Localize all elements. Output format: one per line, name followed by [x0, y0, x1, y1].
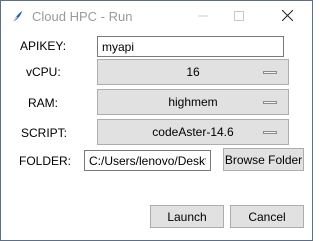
vcpu-label: vCPU: [26, 65, 61, 79]
browse-folder-button[interactable]: Browse Folder [223, 148, 304, 171]
ram-label: RAM: [28, 96, 58, 110]
dropdown-indicator-icon [263, 101, 277, 104]
launch-label: Launch [167, 209, 207, 224]
folder-input[interactable] [84, 150, 211, 171]
folder-label: FOLDER: [19, 154, 72, 168]
maximize-button[interactable] [219, 1, 259, 32]
cancel-button[interactable]: Cancel [230, 205, 304, 228]
browse-folder-label: Browse Folder [224, 152, 303, 167]
dropdown-indicator-icon [263, 71, 277, 74]
vcpu-value: 16 [186, 65, 200, 79]
ram-select[interactable]: highmem [97, 89, 289, 115]
minimize-button[interactable] [183, 1, 223, 32]
launch-button[interactable]: Launch [150, 205, 224, 228]
close-icon [281, 9, 293, 24]
dropdown-indicator-icon [263, 131, 277, 134]
script-select[interactable]: codeAster-14.6 [97, 119, 289, 145]
script-label: SCRIPT: [21, 126, 68, 140]
maximize-icon [234, 10, 244, 24]
run-dialog-window: Cloud HPC - Run APIKEY: vCPU: 16 [0, 0, 313, 241]
ram-value: highmem [168, 95, 218, 109]
apikey-label: APIKEY: [20, 39, 67, 53]
minimize-icon [198, 10, 208, 24]
window-title: Cloud HPC - Run [32, 9, 133, 24]
vcpu-select[interactable]: 16 [97, 59, 289, 85]
apikey-input[interactable] [97, 36, 284, 57]
title-bar[interactable]: Cloud HPC - Run [1, 1, 312, 32]
script-value: codeAster-14.6 [152, 125, 234, 139]
feather-icon [9, 9, 25, 25]
close-button[interactable] [267, 1, 307, 32]
cancel-label: Cancel [248, 209, 286, 224]
